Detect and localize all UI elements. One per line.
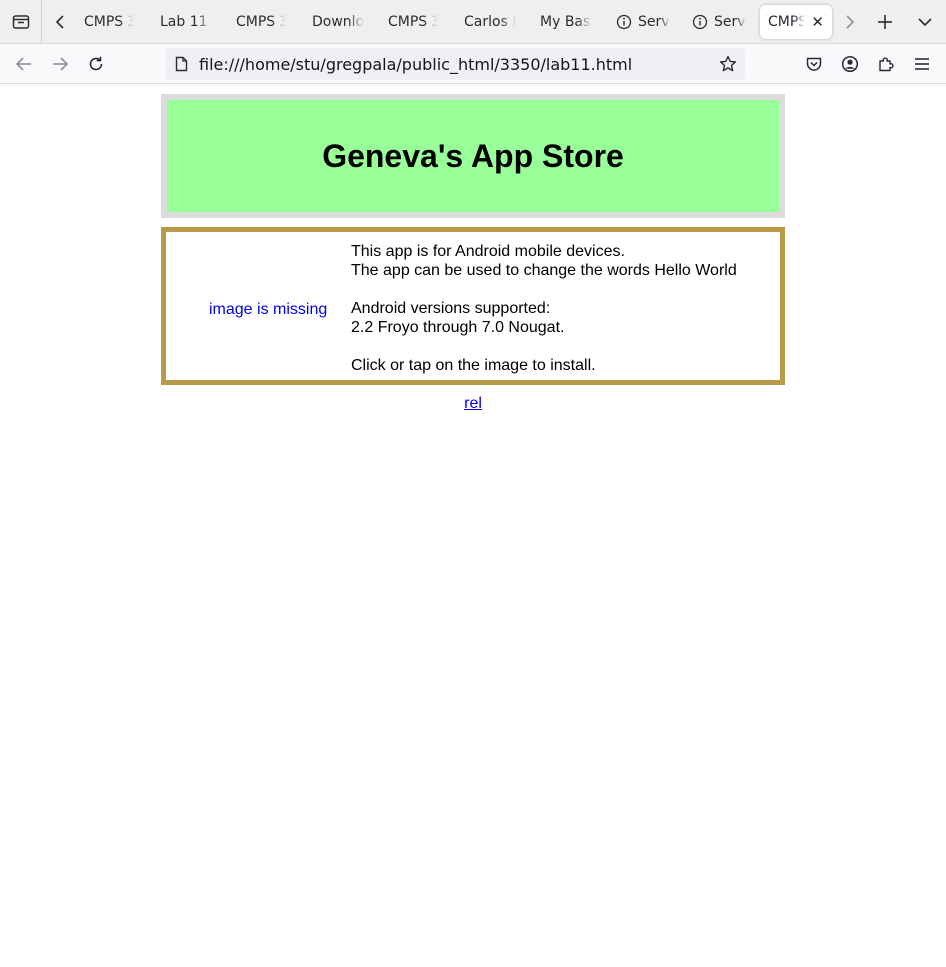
tab-item[interactable]: CMPS 3350 <box>232 5 290 39</box>
tab-label: CMPS 3350 <box>768 14 806 30</box>
account-icon <box>841 55 859 73</box>
tab-item[interactable]: Server <box>612 5 674 39</box>
bookmark-star-icon[interactable] <box>717 53 739 75</box>
tab-item-active[interactable]: CMPS 3350 ✕ <box>760 5 832 39</box>
navigation-toolbar: file:///home/stu/gregpala/public_html/33… <box>0 44 946 84</box>
tab-label: CMPS 3350 <box>388 14 438 30</box>
firefox-view-icon <box>12 15 29 29</box>
description-line: Android versions supported: <box>351 300 551 317</box>
tab-item[interactable]: My Basic <box>536 5 596 39</box>
chevron-left-icon <box>55 15 64 29</box>
url-text[interactable]: file:///home/stu/gregpala/public_html/33… <box>199 55 632 74</box>
reload-button[interactable] <box>81 49 111 79</box>
header-frame: Geneva's App Store <box>161 94 785 218</box>
info-icon <box>692 14 708 30</box>
pocket-icon <box>806 57 822 71</box>
scroll-tabs-right-button[interactable] <box>834 7 864 37</box>
tab-bar: CMPS 3350 Lab 11 - CMPS 3350 Downloads C… <box>0 0 946 44</box>
chevron-down-icon <box>918 18 932 27</box>
tab-label: CMPS 3350 <box>84 14 134 30</box>
tab-label: Server <box>638 14 670 30</box>
puzzle-icon <box>879 57 894 72</box>
description-line: 2.2 Froyo through 7.0 Nougat. <box>351 319 565 336</box>
tab-label: CMPS 3350 <box>236 14 286 30</box>
app-image-link[interactable]: image is missing <box>209 301 327 319</box>
close-tab-icon[interactable]: ✕ <box>811 14 824 30</box>
url-bar[interactable]: file:///home/stu/gregpala/public_html/33… <box>165 48 745 80</box>
tab-item[interactable]: Carlos M <box>460 5 520 39</box>
back-button[interactable] <box>9 49 39 79</box>
hamburger-menu-icon <box>915 58 929 70</box>
arrow-left-icon <box>15 57 31 71</box>
pocket-button[interactable] <box>799 49 829 79</box>
app-listing-box: image is missing This app is for Android… <box>161 227 785 385</box>
app-description: This app is for Android mobile devices. … <box>351 242 737 375</box>
account-button[interactable] <box>835 49 865 79</box>
tab-item[interactable]: CMPS 3350 <box>80 5 138 39</box>
reload-icon <box>89 56 103 71</box>
tab-item[interactable]: Lab 11 - <box>156 5 216 39</box>
scroll-tabs-left-button[interactable] <box>46 7 76 37</box>
firefox-view-button[interactable] <box>0 0 42 44</box>
plus-icon <box>878 15 892 29</box>
page-icon <box>173 55 189 73</box>
tab-item[interactable]: CMPS 3350 <box>384 5 442 39</box>
page-content: Geneva's App Store image is missing This… <box>0 85 946 967</box>
description-line: Click or tap on the image to install. <box>351 357 596 374</box>
tab-label: Downloads <box>312 14 364 30</box>
tab-item[interactable]: Downloads <box>308 5 368 39</box>
forward-button[interactable] <box>45 49 75 79</box>
description-line: The app can be used to change the words … <box>351 262 737 279</box>
tab-label: My Basic <box>540 14 592 30</box>
extensions-button[interactable] <box>871 49 901 79</box>
tab-label: Lab 11 - <box>160 14 212 30</box>
description-line: This app is for Android mobile devices. <box>351 243 625 260</box>
arrow-right-icon <box>53 57 69 71</box>
header-banner: Geneva's App Store <box>167 100 779 212</box>
list-all-tabs-button[interactable] <box>910 7 940 37</box>
tab-item[interactable]: Server <box>688 5 750 39</box>
tab-label: Carlos M <box>464 14 516 30</box>
chevron-right-icon <box>846 15 855 29</box>
tab-label: Server <box>714 14 746 30</box>
info-icon <box>616 14 632 30</box>
menu-button[interactable] <box>907 49 937 79</box>
new-tab-button[interactable] <box>870 7 900 37</box>
page-title: Geneva's App Store <box>322 137 624 174</box>
rel-link[interactable]: rel <box>0 395 946 413</box>
